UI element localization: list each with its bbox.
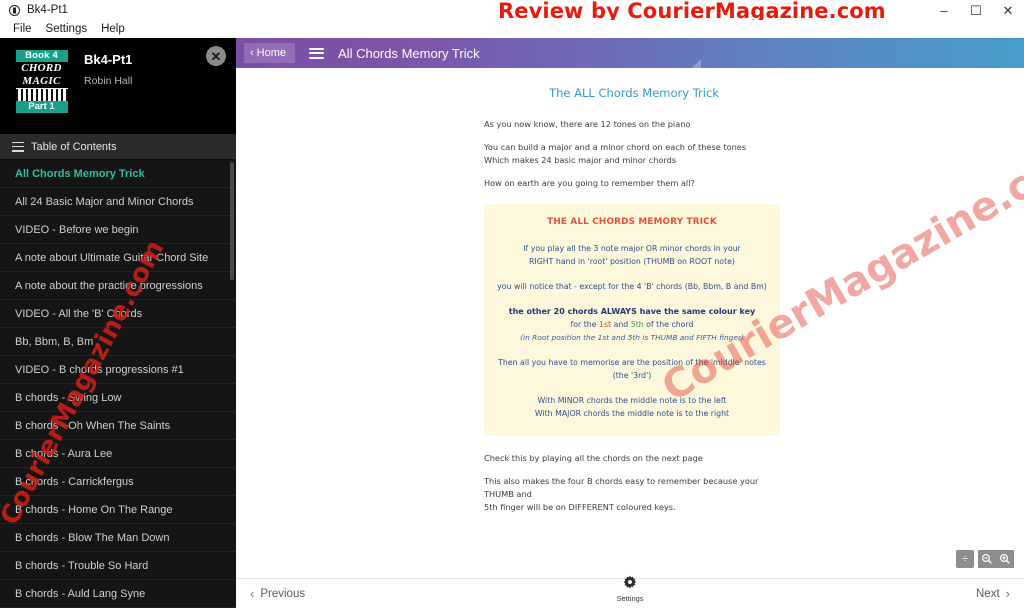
- toc-item-12[interactable]: B chords - Home On The Range: [0, 496, 236, 524]
- toc-item-14[interactable]: B chords - Trouble So Hard: [0, 552, 236, 580]
- page-title: All Chords Memory Trick: [338, 45, 480, 61]
- callout-line-9: With MAJOR chords the middle note is to …: [534, 409, 730, 418]
- document-paragraph-4: This also makes the four B chords easy t…: [484, 476, 759, 512]
- home-button-label: Home: [256, 47, 287, 59]
- callout-line-6: Then all you have to memorise are the po…: [498, 358, 766, 367]
- table-of-contents-list: All Chords Memory Trick All 24 Basic Maj…: [0, 160, 236, 608]
- callout-line-7: (the '3rd'): [612, 371, 652, 380]
- callout-line-8: With MINOR chords the middle note is to …: [537, 396, 727, 405]
- toc-item-9[interactable]: B chords - Oh When The Saints: [0, 412, 236, 440]
- document-paragraph-2: How on earth are you going to remember t…: [484, 178, 695, 188]
- callout-line-2: you will notice that - except for the 4 …: [497, 282, 767, 291]
- callout-spacer-3: [492, 344, 772, 356]
- main-panel: ‹ Home All Chords Memory Trick The ALL C…: [236, 38, 1024, 608]
- callout-title: THE ALL CHORDS MEMORY TRICK: [547, 217, 717, 227]
- book-meta: Bk4-Pt1 Robin Hall: [84, 48, 132, 87]
- fit-page-button[interactable]: ÷: [956, 550, 974, 568]
- app-icon: [6, 2, 22, 18]
- callout-spacer-4: [492, 382, 772, 394]
- book-author: Robin Hall: [84, 75, 133, 87]
- sidebar-close-icon[interactable]: ✕: [206, 46, 226, 66]
- settings-button-label: Settings: [616, 594, 644, 603]
- callout-line-1b: RIGHT hand in 'root' position (THUMB on …: [529, 257, 735, 266]
- list-icon: [12, 141, 24, 152]
- callout-line-4-post: of the chord: [643, 320, 694, 329]
- window-titlebar: Bk4-Pt1 Review by CourierMagazine.com – …: [0, 0, 1024, 23]
- callout-spacer-1: [492, 268, 772, 280]
- sidebar-header: Book 4 CHORD MAGIC Part 1 Bk4-Pt1 Robin …: [0, 38, 236, 134]
- document-paragraph-1: You can build a major and a minor chord …: [484, 142, 747, 165]
- gear-icon: [622, 575, 637, 593]
- minimize-button[interactable]: –: [928, 0, 960, 20]
- toc-item-2[interactable]: VIDEO - Before we begin: [0, 216, 236, 244]
- toc-item-4[interactable]: A note about the practice progressions: [0, 272, 236, 300]
- sidebar-scrollbar[interactable]: [230, 160, 234, 608]
- toc-item-6[interactable]: Bb, Bbm, B, Bm: [0, 328, 236, 356]
- app-window: Bk4-Pt1 Review by CourierMagazine.com – …: [0, 0, 1024, 608]
- sidebar: Book 4 CHORD MAGIC Part 1 Bk4-Pt1 Robin …: [0, 38, 236, 608]
- book-cover-thumbnail: Book 4 CHORD MAGIC Part 1: [14, 48, 69, 122]
- menubar: File Settings Help: [0, 20, 1024, 38]
- table-of-contents-label: Table of Contents: [31, 140, 117, 153]
- chevron-left-icon: ‹: [250, 586, 255, 601]
- document-paragraph-3: Check this by playing all the chords on …: [484, 453, 703, 463]
- toc-item-8[interactable]: B chords - Swing Low: [0, 384, 236, 412]
- document-body: The ALL Chords Memory Trick As you now k…: [484, 86, 784, 524]
- zoom-out-icon[interactable]: [978, 550, 996, 568]
- window-controls: – ☐ ✕: [928, 0, 1024, 20]
- toc-item-7[interactable]: VIDEO - B chords progressions #1: [0, 356, 236, 384]
- document-title: The ALL Chords Memory Trick: [549, 86, 719, 100]
- toc-item-13[interactable]: B chords - Blow The Man Down: [0, 524, 236, 552]
- callout-line-4-pre: for the: [570, 320, 599, 329]
- callout-line-4-mid: and: [611, 320, 631, 329]
- toc-item-1[interactable]: All 24 Basic Major and Minor Chords: [0, 188, 236, 216]
- previous-button[interactable]: ‹ Previous: [250, 587, 305, 600]
- chevron-left-icon: ‹: [250, 46, 254, 59]
- cover-magic-label: MAGIC: [22, 74, 61, 87]
- zoom-controls: ÷: [956, 550, 1014, 568]
- menu-item-help[interactable]: Help: [94, 22, 132, 36]
- callout-line-3: the other 20 chords ALWAYS have the same…: [508, 307, 756, 316]
- toc-item-3[interactable]: A note about Ultimate Guitar Chord Site: [0, 244, 236, 272]
- toc-item-10[interactable]: B chords - Aura Lee: [0, 440, 236, 468]
- previous-button-label: Previous: [260, 587, 306, 600]
- callout-line-1a: If you play all the 3 note major OR mino…: [523, 244, 741, 253]
- cover-chord-label: CHORD: [21, 62, 62, 74]
- callout-line-4: for the 1st and 5th of the chord: [492, 318, 772, 331]
- zoom-in-icon[interactable]: [996, 550, 1014, 568]
- content-topbar: ‹ Home All Chords Memory Trick: [236, 38, 1024, 68]
- zoom-button-group: [978, 550, 1014, 568]
- menu-item-file[interactable]: File: [6, 22, 39, 36]
- callout-first-interval: 1st: [599, 320, 612, 329]
- toc-item-0[interactable]: All Chords Memory Trick: [0, 160, 236, 188]
- memory-trick-callout: THE ALL CHORDS MEMORY TRICK If you play …: [484, 204, 780, 436]
- chevron-right-icon: ›: [1005, 586, 1010, 601]
- cover-book-label: Book 4: [15, 50, 68, 62]
- bottom-toolbar: ‹ Previous Settings Next ›: [236, 575, 1024, 608]
- maximize-button[interactable]: ☐: [960, 0, 992, 20]
- home-button[interactable]: ‹ Home: [244, 43, 296, 63]
- document-page: The ALL Chords Memory Trick As you now k…: [236, 68, 1024, 578]
- document-paragraph-0: As you now know, there are 12 tones on t…: [484, 119, 691, 129]
- cover-part-label: Part 1: [15, 101, 68, 113]
- window-title: Bk4-Pt1: [27, 4, 68, 16]
- sidebar-scrollbar-thumb[interactable]: [230, 162, 234, 280]
- callout-line-5: (in Root position the 1st and 5th is THU…: [520, 333, 744, 342]
- next-button[interactable]: Next ›: [976, 587, 1010, 600]
- piano-keyboard-icon: [15, 88, 68, 101]
- book-title: Bk4-Pt1: [84, 52, 133, 67]
- toc-item-11[interactable]: B chords - Carrickfergus: [0, 468, 236, 496]
- table-of-contents-header[interactable]: Table of Contents: [0, 134, 236, 160]
- callout-fifth-interval: 5th: [630, 320, 644, 329]
- toc-item-15[interactable]: B chords - Auld Lang Syne: [0, 580, 236, 608]
- topbar-notch: [692, 59, 701, 68]
- menu-item-settings[interactable]: Settings: [39, 22, 95, 36]
- settings-button[interactable]: Settings: [616, 575, 644, 603]
- hamburger-icon[interactable]: [309, 47, 325, 59]
- next-button-label: Next: [976, 587, 1000, 600]
- close-button[interactable]: ✕: [992, 0, 1024, 20]
- toc-item-5[interactable]: VIDEO - All the 'B' Chords: [0, 300, 236, 328]
- callout-spacer-2: [492, 293, 772, 305]
